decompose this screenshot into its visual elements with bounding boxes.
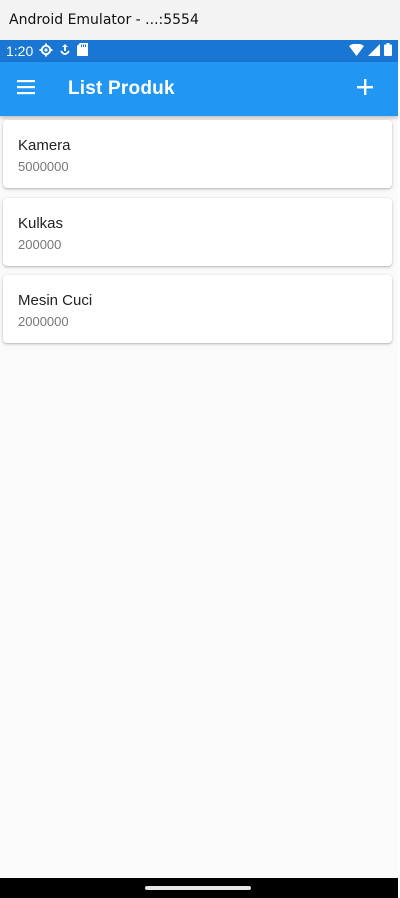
sd-card-icon	[77, 43, 89, 59]
settings-gear-icon	[39, 43, 53, 60]
status-time: 1:20	[6, 43, 34, 59]
product-card-mesin-cuci[interactable]: Mesin Cuci 2000000	[3, 275, 392, 343]
product-card-kulkas[interactable]: Kulkas 200000	[3, 198, 392, 266]
product-name: Kulkas	[18, 215, 64, 232]
app-bar: List Produk	[0, 62, 398, 116]
page-title: List Produk	[68, 78, 175, 99]
window-titlebar: Android Emulator - ...:5554	[0, 0, 400, 40]
debug-icon	[59, 43, 71, 60]
product-name: Kamera	[18, 137, 71, 154]
product-name: Mesin Cuci	[18, 292, 93, 309]
product-price: 2000000	[18, 314, 69, 329]
emulator-window: Android Emulator - ...:5554 1:20 List Pr…	[0, 0, 400, 898]
product-price: 5000000	[18, 159, 69, 174]
menu-button[interactable]	[0, 62, 52, 116]
add-icon	[356, 78, 374, 101]
status-bar: 1:20	[0, 40, 398, 62]
home-gesture-handle[interactable]	[145, 886, 251, 890]
add-product-button[interactable]	[344, 62, 386, 116]
wifi-icon	[349, 43, 364, 59]
app-screen: 1:20 List Produk Kamera 5000000 Kulkas 2…	[0, 40, 398, 878]
device-frame: 1:20 List Produk Kamera 5000000 Kulkas 2…	[0, 40, 398, 898]
navigation-bar	[0, 878, 398, 898]
window-title: Android Emulator - ...:5554	[9, 12, 199, 28]
product-card-kamera[interactable]: Kamera 5000000	[3, 120, 392, 188]
product-price: 200000	[18, 237, 62, 252]
battery-icon	[384, 43, 392, 59]
menu-icon	[16, 79, 36, 100]
signal-icon	[368, 43, 380, 59]
